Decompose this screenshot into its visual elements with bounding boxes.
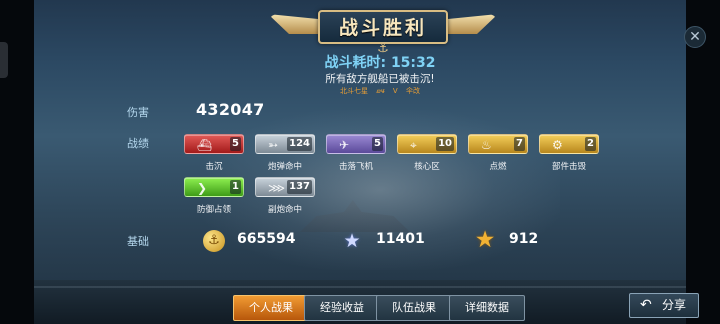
victory-banner: 战斗胜利 ⚓ bbox=[268, 8, 498, 56]
damage-label: 伤害 bbox=[127, 106, 149, 119]
close-button[interactable]: ✕ bbox=[684, 26, 706, 48]
secondary-gun-icon: ⋙ bbox=[268, 181, 286, 195]
player-name: ꮺꮰ bbox=[376, 87, 385, 95]
tab-team-results[interactable]: 队伍战果 bbox=[376, 295, 452, 321]
chevron-icon: ❯ bbox=[197, 181, 208, 195]
fire-icon: ♨ bbox=[481, 138, 492, 152]
medal-plaque: ♨ 7 bbox=[468, 134, 528, 154]
medal-defense-capture[interactable]: ❯ 1 防御占领 bbox=[184, 177, 244, 215]
tab-personal-results[interactable]: 个人战果 bbox=[233, 295, 309, 321]
base-label: 基础 bbox=[127, 235, 149, 248]
medal-count: 137 bbox=[287, 180, 312, 194]
medal-plane-down[interactable]: ✈ 5 击落飞机 bbox=[326, 134, 386, 172]
damage-value: 432047 bbox=[196, 100, 265, 119]
tab-experience-gain[interactable]: 经验收益 bbox=[304, 295, 380, 321]
player-name: V bbox=[392, 87, 398, 95]
player-names: 北斗七星 ꮺꮰ V 伞改 bbox=[240, 86, 520, 96]
medal-name: 点燃 bbox=[489, 162, 507, 172]
medal-plaque: ⌖ 10 bbox=[397, 134, 457, 154]
medal-core-zone[interactable]: ⌖ 10 核心区 bbox=[397, 134, 457, 172]
medal-name: 击沉 bbox=[205, 162, 223, 172]
medal-count: 5 bbox=[372, 137, 383, 151]
medal-name: 核心区 bbox=[414, 162, 440, 172]
player-name: 北斗七星 bbox=[340, 87, 369, 95]
medal-count: 7 bbox=[514, 137, 525, 151]
medal-secondary-hit[interactable]: ⋙ 137 副炮命中 bbox=[255, 177, 315, 215]
medal-shell-hit[interactable]: ➳ 124 炮弹命中 bbox=[255, 134, 315, 172]
medal-count: 5 bbox=[230, 137, 241, 151]
records-label: 战绩 bbox=[127, 137, 149, 150]
close-icon: ✕ bbox=[689, 29, 701, 45]
side-handle[interactable] bbox=[0, 42, 8, 78]
battle-result-screen: ✕ 战斗胜利 ⚓ 战斗耗时: 15:32 所有敌方舰船已被击沉! 北斗七星 ꮺꮰ… bbox=[0, 0, 720, 324]
share-label: 分享 bbox=[662, 298, 687, 312]
gold-star-value: 912 bbox=[509, 231, 539, 247]
silver-star-icon: ★ bbox=[343, 230, 361, 252]
result-message: 所有敌方舰船已被击沉! bbox=[325, 73, 435, 85]
medal-count: 10 bbox=[436, 137, 454, 151]
shell-icon: ➳ bbox=[268, 138, 279, 152]
victory-title: 战斗胜利 bbox=[338, 17, 427, 39]
gold-star-icon: ★ bbox=[474, 227, 496, 253]
medal-name: 击落飞机 bbox=[338, 162, 373, 172]
medal-count: 1 bbox=[230, 180, 241, 194]
medal-plaque: ✈ 5 bbox=[326, 134, 386, 154]
silver-star-value: 11401 bbox=[376, 231, 425, 247]
right-black-bar bbox=[686, 0, 720, 324]
player-name: 伞改 bbox=[405, 87, 420, 95]
medal-plaque: ⛴ 5 bbox=[184, 134, 244, 154]
tab-detailed-data[interactable]: 详细数据 bbox=[449, 295, 525, 321]
share-button[interactable]: ↶ 分享 bbox=[629, 293, 699, 318]
medal-plaque: ⋙ 137 bbox=[255, 177, 315, 197]
medal-name: 部件击毁 bbox=[551, 162, 586, 172]
medal-count: 124 bbox=[287, 137, 312, 151]
core-icon: ⌖ bbox=[410, 138, 417, 152]
share-arrow-icon: ↶ bbox=[640, 297, 652, 313]
coin-icon: ⚓ bbox=[203, 230, 225, 252]
medal-plaque: ⚙ 2 bbox=[539, 134, 599, 154]
plane-icon: ✈ bbox=[339, 138, 350, 152]
medal-name: 炮弹命中 bbox=[267, 162, 302, 172]
coin-value: 665594 bbox=[237, 231, 296, 247]
medal-name: 防御占领 bbox=[196, 205, 231, 215]
medal-part-destroyed[interactable]: ⚙ 2 部件击毁 bbox=[539, 134, 599, 172]
medal-count: 2 bbox=[585, 137, 596, 151]
gear-icon: ⚙ bbox=[552, 138, 563, 152]
medal-sink[interactable]: ⛴ 5 击沉 bbox=[184, 134, 244, 172]
medal-plaque: ➳ 124 bbox=[255, 134, 315, 154]
medal-ignite[interactable]: ♨ 7 点燃 bbox=[468, 134, 528, 172]
left-black-bar bbox=[0, 0, 34, 324]
medal-name: 副炮命中 bbox=[267, 205, 302, 215]
medal-plaque: ❯ 1 bbox=[184, 177, 244, 197]
ship-silhouette-icon: ⛴ bbox=[197, 138, 213, 152]
battle-duration: 战斗耗时: 15:32 bbox=[324, 55, 436, 71]
